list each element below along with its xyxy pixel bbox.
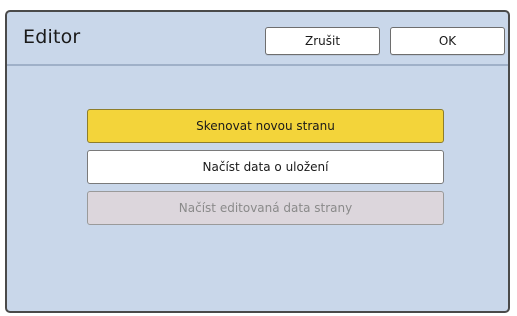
scan-new-page-button[interactable]: Skenovat novou stranu (87, 109, 444, 143)
dialog-title: Editor (23, 26, 81, 48)
ok-button[interactable]: OK (390, 27, 505, 55)
editor-dialog: Editor Zrušit OK Skenovat novou stranu N… (5, 10, 510, 313)
dialog-header: Editor Zrušit OK (7, 12, 508, 66)
load-edited-page-data-button: Načíst editovaná data strany (87, 191, 444, 225)
cancel-button[interactable]: Zrušit (265, 27, 380, 55)
load-saved-data-button[interactable]: Načíst data o uložení (87, 150, 444, 184)
